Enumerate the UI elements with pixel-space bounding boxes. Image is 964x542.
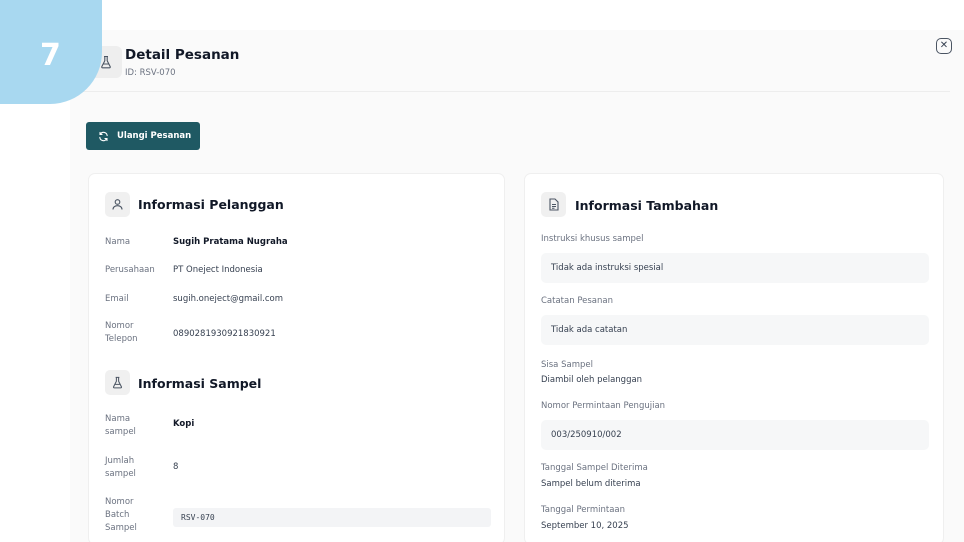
step-number: 7 bbox=[40, 38, 61, 73]
phone-label: Nomor Telepon bbox=[105, 320, 138, 346]
order-notes-value: Tidak ada catatan bbox=[541, 315, 929, 345]
special-instructions-label: Instruksi khusus sampel bbox=[541, 234, 644, 244]
remaining-sample-value: Diambil oleh pelanggan bbox=[541, 375, 643, 385]
sample-name-label: Nama sampel bbox=[105, 413, 136, 439]
sample-count-label-line-2: sampel bbox=[105, 469, 136, 479]
order-id: ID: RSV-070 bbox=[125, 68, 176, 78]
sample-count-label: Jumlah sampel bbox=[105, 455, 136, 481]
reorder-button-label: Ulangi Pesanan bbox=[117, 131, 192, 141]
received-date-value: Sampel belum diterima bbox=[541, 479, 641, 489]
special-instructions-value: Tidak ada instruksi spesial bbox=[541, 253, 929, 283]
name-label: Nama bbox=[105, 237, 131, 247]
company-value: PT Oneject Indonesia bbox=[173, 265, 263, 275]
sample-section-title: Informasi Sampel bbox=[138, 376, 262, 391]
batch-label-line-1: Nomor bbox=[105, 497, 134, 507]
request-number-label: Nomor Permintaan Pengujian bbox=[541, 401, 666, 411]
close-icon: ✕ bbox=[939, 40, 949, 51]
user-icon bbox=[105, 192, 130, 217]
email-label: Email bbox=[105, 294, 129, 304]
batch-label-line-2: Batch bbox=[105, 510, 130, 520]
close-button[interactable]: ✕ bbox=[936, 38, 952, 54]
order-notes-label: Catatan Pesanan bbox=[541, 296, 613, 306]
customer-section-title: Informasi Pelanggan bbox=[138, 197, 284, 212]
email-value: sugih.oneject@gmail.com bbox=[173, 294, 284, 304]
sample-name-value: Kopi bbox=[173, 419, 195, 429]
document-icon bbox=[541, 192, 566, 217]
request-date-value: September 10, 2025 bbox=[541, 521, 629, 531]
additional-info-card: Informasi Tambahan Instruksi khusus samp… bbox=[524, 173, 944, 542]
phone-label-line-1: Nomor bbox=[105, 321, 134, 331]
remaining-sample-label: Sisa Sampel bbox=[541, 360, 593, 370]
request-date-label: Tanggal Permintaan bbox=[541, 505, 626, 515]
sample-name-label-line-1: Nama bbox=[105, 414, 131, 424]
phone-value: 0890281930921830921 bbox=[173, 329, 276, 339]
batch-label-line-3: Sampel bbox=[105, 523, 137, 533]
step-number-badge: 7 bbox=[0, 0, 102, 104]
company-label: Perusahaan bbox=[105, 265, 155, 275]
customer-sample-card: Informasi Pelanggan Nama Sugih Pratama N… bbox=[88, 173, 505, 542]
batch-number-label: Nomor Batch Sampel bbox=[105, 496, 137, 535]
additional-section-title: Informasi Tambahan bbox=[575, 198, 719, 213]
order-detail-modal: Detail Pesanan ID: RSV-070 ✕ Ulangi Pesa… bbox=[70, 30, 964, 542]
name-value: Sugih Pratama Nugraha bbox=[173, 237, 288, 247]
phone-label-line-2: Telepon bbox=[105, 334, 138, 344]
sample-count-label-line-1: Jumlah bbox=[105, 456, 135, 466]
sample-count-value: 8 bbox=[173, 462, 179, 472]
modal-title: Detail Pesanan bbox=[125, 47, 240, 63]
modal-header: Detail Pesanan ID: RSV-070 bbox=[70, 30, 950, 92]
refresh-icon bbox=[99, 131, 108, 141]
sample-name-label-line-2: sampel bbox=[105, 427, 136, 437]
flask-icon bbox=[105, 370, 130, 395]
request-number-value: 003/250910/002 bbox=[541, 420, 929, 450]
received-date-label: Tanggal Sampel Diterima bbox=[541, 463, 648, 473]
batch-number-value: RSV-070 bbox=[173, 508, 491, 527]
reorder-button[interactable]: Ulangi Pesanan bbox=[86, 122, 200, 150]
